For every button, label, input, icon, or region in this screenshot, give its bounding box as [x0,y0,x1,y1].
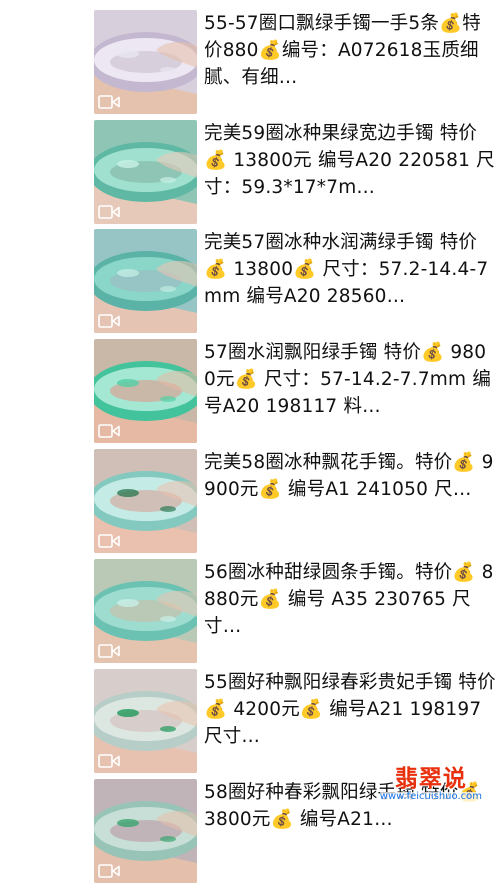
brand-url: www.feicuishuo.com [379,791,482,802]
list-item[interactable]: 55-57圈口飘绿手镯一手5条💰特价880💰编号：A072618玉质细腻、有细… [0,10,500,116]
bangle-thumbnail[interactable] [94,229,197,333]
item-caption: 完美57圈冰种水润满绿手镯 特价💰 13800💰 尺寸：57.2-14.4-7m… [204,232,489,307]
video-icon [98,644,120,658]
video-icon [98,864,120,878]
bangle-thumbnail[interactable] [94,10,197,114]
bangle-thumbnail[interactable] [94,779,197,883]
video-icon [98,754,120,768]
bangle-thumbnail[interactable] [94,559,197,663]
item-caption: 完美58圈冰种飘花手镯。特价💰 9900元💰 编号A1 241050 尺… [204,452,494,500]
list-item[interactable]: 57圈水润飘阳绿手镯 特价💰 9800元💰 尺寸：57-14.2-7.7mm 编… [0,339,500,445]
bangle-thumbnail[interactable] [94,120,197,224]
item-caption: 57圈水润飘阳绿手镯 特价💰 9800元💰 尺寸：57-14.2-7.7mm 编… [204,342,492,417]
list-item[interactable]: 完美58圈冰种飘花手镯。特价💰 9900元💰 编号A1 241050 尺… [0,449,500,555]
bangle-thumbnail[interactable] [94,449,197,553]
list-item[interactable]: 完美57圈冰种水润满绿手镯 特价💰 13800💰 尺寸：57.2-14.4-7m… [0,229,500,335]
video-icon [98,534,120,548]
list-item[interactable]: 55圈好种飘阳绿春彩贵妃手镯 特价💰 4200元💰 编号A21 198197 尺… [0,669,500,775]
brand-watermark: 翡翠说 www.feicuishuo.com [379,766,482,802]
video-icon [98,95,120,109]
bangle-thumbnail[interactable] [94,339,197,443]
video-icon [98,424,120,438]
brand-title: 翡翠说 [394,766,467,792]
video-icon [98,314,120,328]
item-caption: 55-57圈口飘绿手镯一手5条💰特价880💰编号：A072618玉质细腻、有细… [204,13,481,88]
video-icon [98,205,120,219]
list-item[interactable]: 56圈冰种甜绿圆条手镯。特价💰 8880元💰 编号 A35 230765 尺寸… [0,559,500,665]
item-caption: 55圈好种飘阳绿春彩贵妃手镯 特价💰 4200元💰 编号A21 198197 尺… [204,672,496,747]
bangle-thumbnail[interactable] [94,669,197,773]
item-caption: 完美59圈冰种果绿宽边手镯 特价💰 13800元 编号A20 220581 尺寸… [204,123,495,198]
item-caption: 56圈冰种甜绿圆条手镯。特价💰 8880元💰 编号 A35 230765 尺寸… [204,562,494,637]
list-item[interactable]: 完美59圈冰种果绿宽边手镯 特价💰 13800元 编号A20 220581 尺寸… [0,120,500,226]
feed-list: 55-57圈口飘绿手镯一手5条💰特价880💰编号：A072618玉质细腻、有细…… [0,0,500,883]
